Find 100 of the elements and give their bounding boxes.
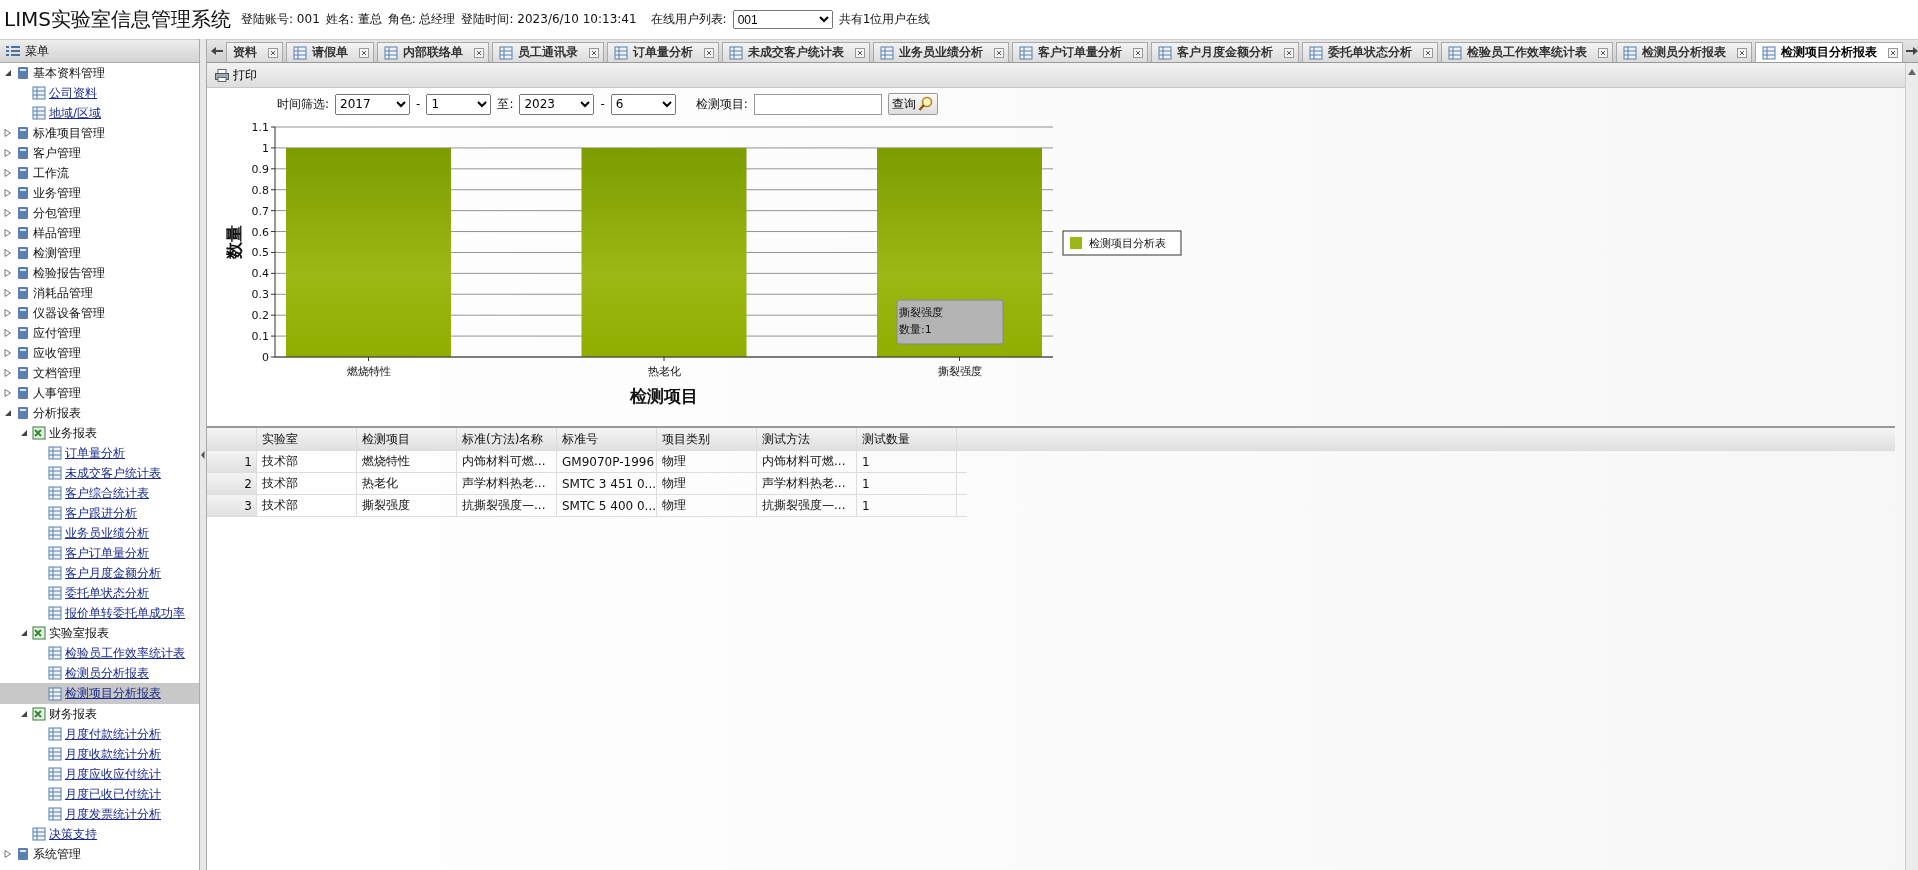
menu-item[interactable]: 样品管理 (33, 224, 81, 242)
collapse-arrow-icon[interactable] (20, 629, 28, 637)
column-header[interactable]: 标准号 (557, 428, 657, 450)
expand-arrow-icon[interactable] (4, 289, 12, 297)
menu-item[interactable]: 应付管理 (33, 324, 81, 342)
expand-arrow-icon[interactable] (4, 269, 12, 277)
scroll-up-icon[interactable] (1908, 69, 1916, 75)
close-icon[interactable] (1423, 47, 1433, 58)
expand-arrow-icon[interactable] (4, 329, 12, 337)
close-icon[interactable] (1737, 47, 1747, 58)
menu-item[interactable]: 客户订单量分析 (65, 544, 149, 562)
menu-item[interactable]: 检测管理 (33, 244, 81, 262)
column-header[interactable]: 测试方法 (757, 428, 857, 450)
start-year-dropdown[interactable]: 2017 (335, 93, 411, 115)
menu-item[interactable]: 消耗品管理 (33, 284, 93, 302)
close-icon[interactable] (268, 47, 278, 58)
menu-item[interactable]: 工作流 (33, 164, 69, 182)
print-button[interactable]: 打印 (213, 66, 259, 84)
close-icon[interactable] (994, 47, 1004, 58)
menu-item[interactable]: 月度已收已付统计 (65, 785, 161, 803)
close-icon[interactable] (1598, 47, 1608, 58)
collapse-handle-icon[interactable] (201, 450, 205, 459)
tab[interactable]: 业务员业绩分析 (873, 42, 1009, 62)
menu-item[interactable]: 检测员分析报表 (65, 664, 149, 682)
menu-item[interactable]: 月度付款统计分析 (65, 725, 161, 743)
menu-item[interactable]: 客户综合统计表 (65, 484, 149, 502)
menu-item[interactable]: 订单量分析 (65, 444, 125, 462)
menu-item[interactable]: 检验报告管理 (33, 264, 105, 282)
tab[interactable]: 委托单状态分析 (1302, 42, 1438, 62)
menu-item[interactable]: 人事管理 (33, 384, 81, 402)
menu-item[interactable]: 月度收款统计分析 (65, 745, 161, 763)
query-button[interactable]: 查询 (887, 93, 938, 115)
expand-arrow-icon[interactable] (4, 129, 12, 137)
tab[interactable]: 客户订单量分析 (1012, 42, 1148, 62)
column-header[interactable]: 实验室 (257, 428, 357, 450)
tab[interactable]: 检验员工作效率统计表 (1441, 42, 1613, 62)
menu-item[interactable]: 客户跟进分析 (65, 504, 137, 522)
menu-item[interactable]: 应收管理 (33, 344, 81, 362)
close-icon[interactable] (474, 47, 484, 58)
tab[interactable]: 客户月度金额分析 (1151, 42, 1299, 62)
menu-item[interactable]: 实验室报表 (49, 624, 109, 642)
tab[interactable]: 检测项目分析报表 (1755, 42, 1903, 62)
menu-item[interactable]: 客户管理 (33, 144, 81, 162)
tab[interactable]: 未成交客户统计表 (722, 42, 870, 62)
close-icon[interactable] (855, 47, 865, 58)
menu-item[interactable]: 文档管理 (33, 364, 81, 382)
menu-item[interactable]: 分包管理 (33, 204, 81, 222)
expand-arrow-icon[interactable] (4, 169, 12, 177)
menu-item[interactable]: 未成交客户统计表 (65, 464, 161, 482)
menu-item[interactable]: 系统管理 (33, 845, 81, 863)
tab[interactable]: 员工通讯录 (492, 42, 604, 62)
expand-arrow-icon[interactable] (4, 249, 12, 257)
tab[interactable]: 资料 (226, 42, 283, 62)
close-icon[interactable] (704, 47, 714, 58)
expand-arrow-icon[interactable] (4, 189, 12, 197)
expand-arrow-icon[interactable] (4, 149, 12, 157)
menu-item[interactable]: 业务管理 (33, 184, 81, 202)
menu-item[interactable]: 业务报表 (49, 424, 97, 442)
menu-item[interactable]: 检验员工作效率统计表 (65, 644, 185, 662)
menu-item[interactable]: 客户月度金额分析 (65, 564, 161, 582)
menu-item[interactable]: 决策支持 (49, 825, 97, 843)
menu-item[interactable]: 地域/区域 (49, 104, 102, 122)
end-month-dropdown[interactable]: 6 (610, 93, 676, 115)
menu-item[interactable]: 月度应收应付统计 (65, 765, 161, 783)
expand-arrow-icon[interactable] (4, 209, 12, 217)
start-month-dropdown[interactable]: 1 (426, 93, 492, 115)
expand-arrow-icon[interactable] (4, 369, 12, 377)
column-header[interactable]: 检测项目 (357, 428, 457, 450)
menu-item[interactable]: 委托单状态分析 (65, 584, 149, 602)
expand-arrow-icon[interactable] (4, 229, 12, 237)
tab[interactable]: 请假单 (286, 42, 374, 62)
menu-item[interactable]: 财务报表 (49, 705, 97, 723)
expand-arrow-icon[interactable] (4, 309, 12, 317)
menu-item[interactable]: 公司资料 (49, 84, 97, 102)
collapse-arrow-icon[interactable] (20, 710, 28, 718)
scroll-right-icon[interactable] (1906, 46, 1918, 56)
close-icon[interactable] (1284, 47, 1294, 58)
scroll-left-icon[interactable] (211, 46, 223, 56)
collapse-arrow-icon[interactable] (4, 69, 12, 77)
menu-item[interactable]: 标准项目管理 (33, 124, 105, 142)
close-icon[interactable] (359, 47, 369, 58)
online-user-dropdown[interactable]: 001 (732, 10, 833, 29)
tab[interactable]: 订单量分析 (607, 42, 719, 62)
column-header[interactable]: 标准(方法)名称 (457, 428, 557, 450)
tab[interactable]: 检测员分析报表 (1616, 42, 1752, 62)
menu-item[interactable]: 分析报表 (33, 404, 81, 422)
close-icon[interactable] (589, 47, 599, 58)
expand-arrow-icon[interactable] (4, 389, 12, 397)
menu-item[interactable]: 业务员业绩分析 (65, 524, 149, 542)
menu-item[interactable]: 月度发票统计分析 (65, 805, 161, 823)
menu-item[interactable]: 仪器设备管理 (33, 304, 105, 322)
close-icon[interactable] (1133, 47, 1143, 58)
menu-item[interactable]: 报价单转委托单成功率 (65, 604, 185, 622)
menu-item[interactable]: 基本资料管理 (33, 64, 105, 82)
expand-arrow-icon[interactable] (4, 850, 12, 858)
column-header[interactable]: 项目类别 (657, 428, 757, 450)
expand-arrow-icon[interactable] (4, 349, 12, 357)
close-icon[interactable] (1888, 47, 1898, 58)
column-header[interactable]: 测试数量 (857, 428, 957, 450)
collapse-arrow-icon[interactable] (20, 429, 28, 437)
